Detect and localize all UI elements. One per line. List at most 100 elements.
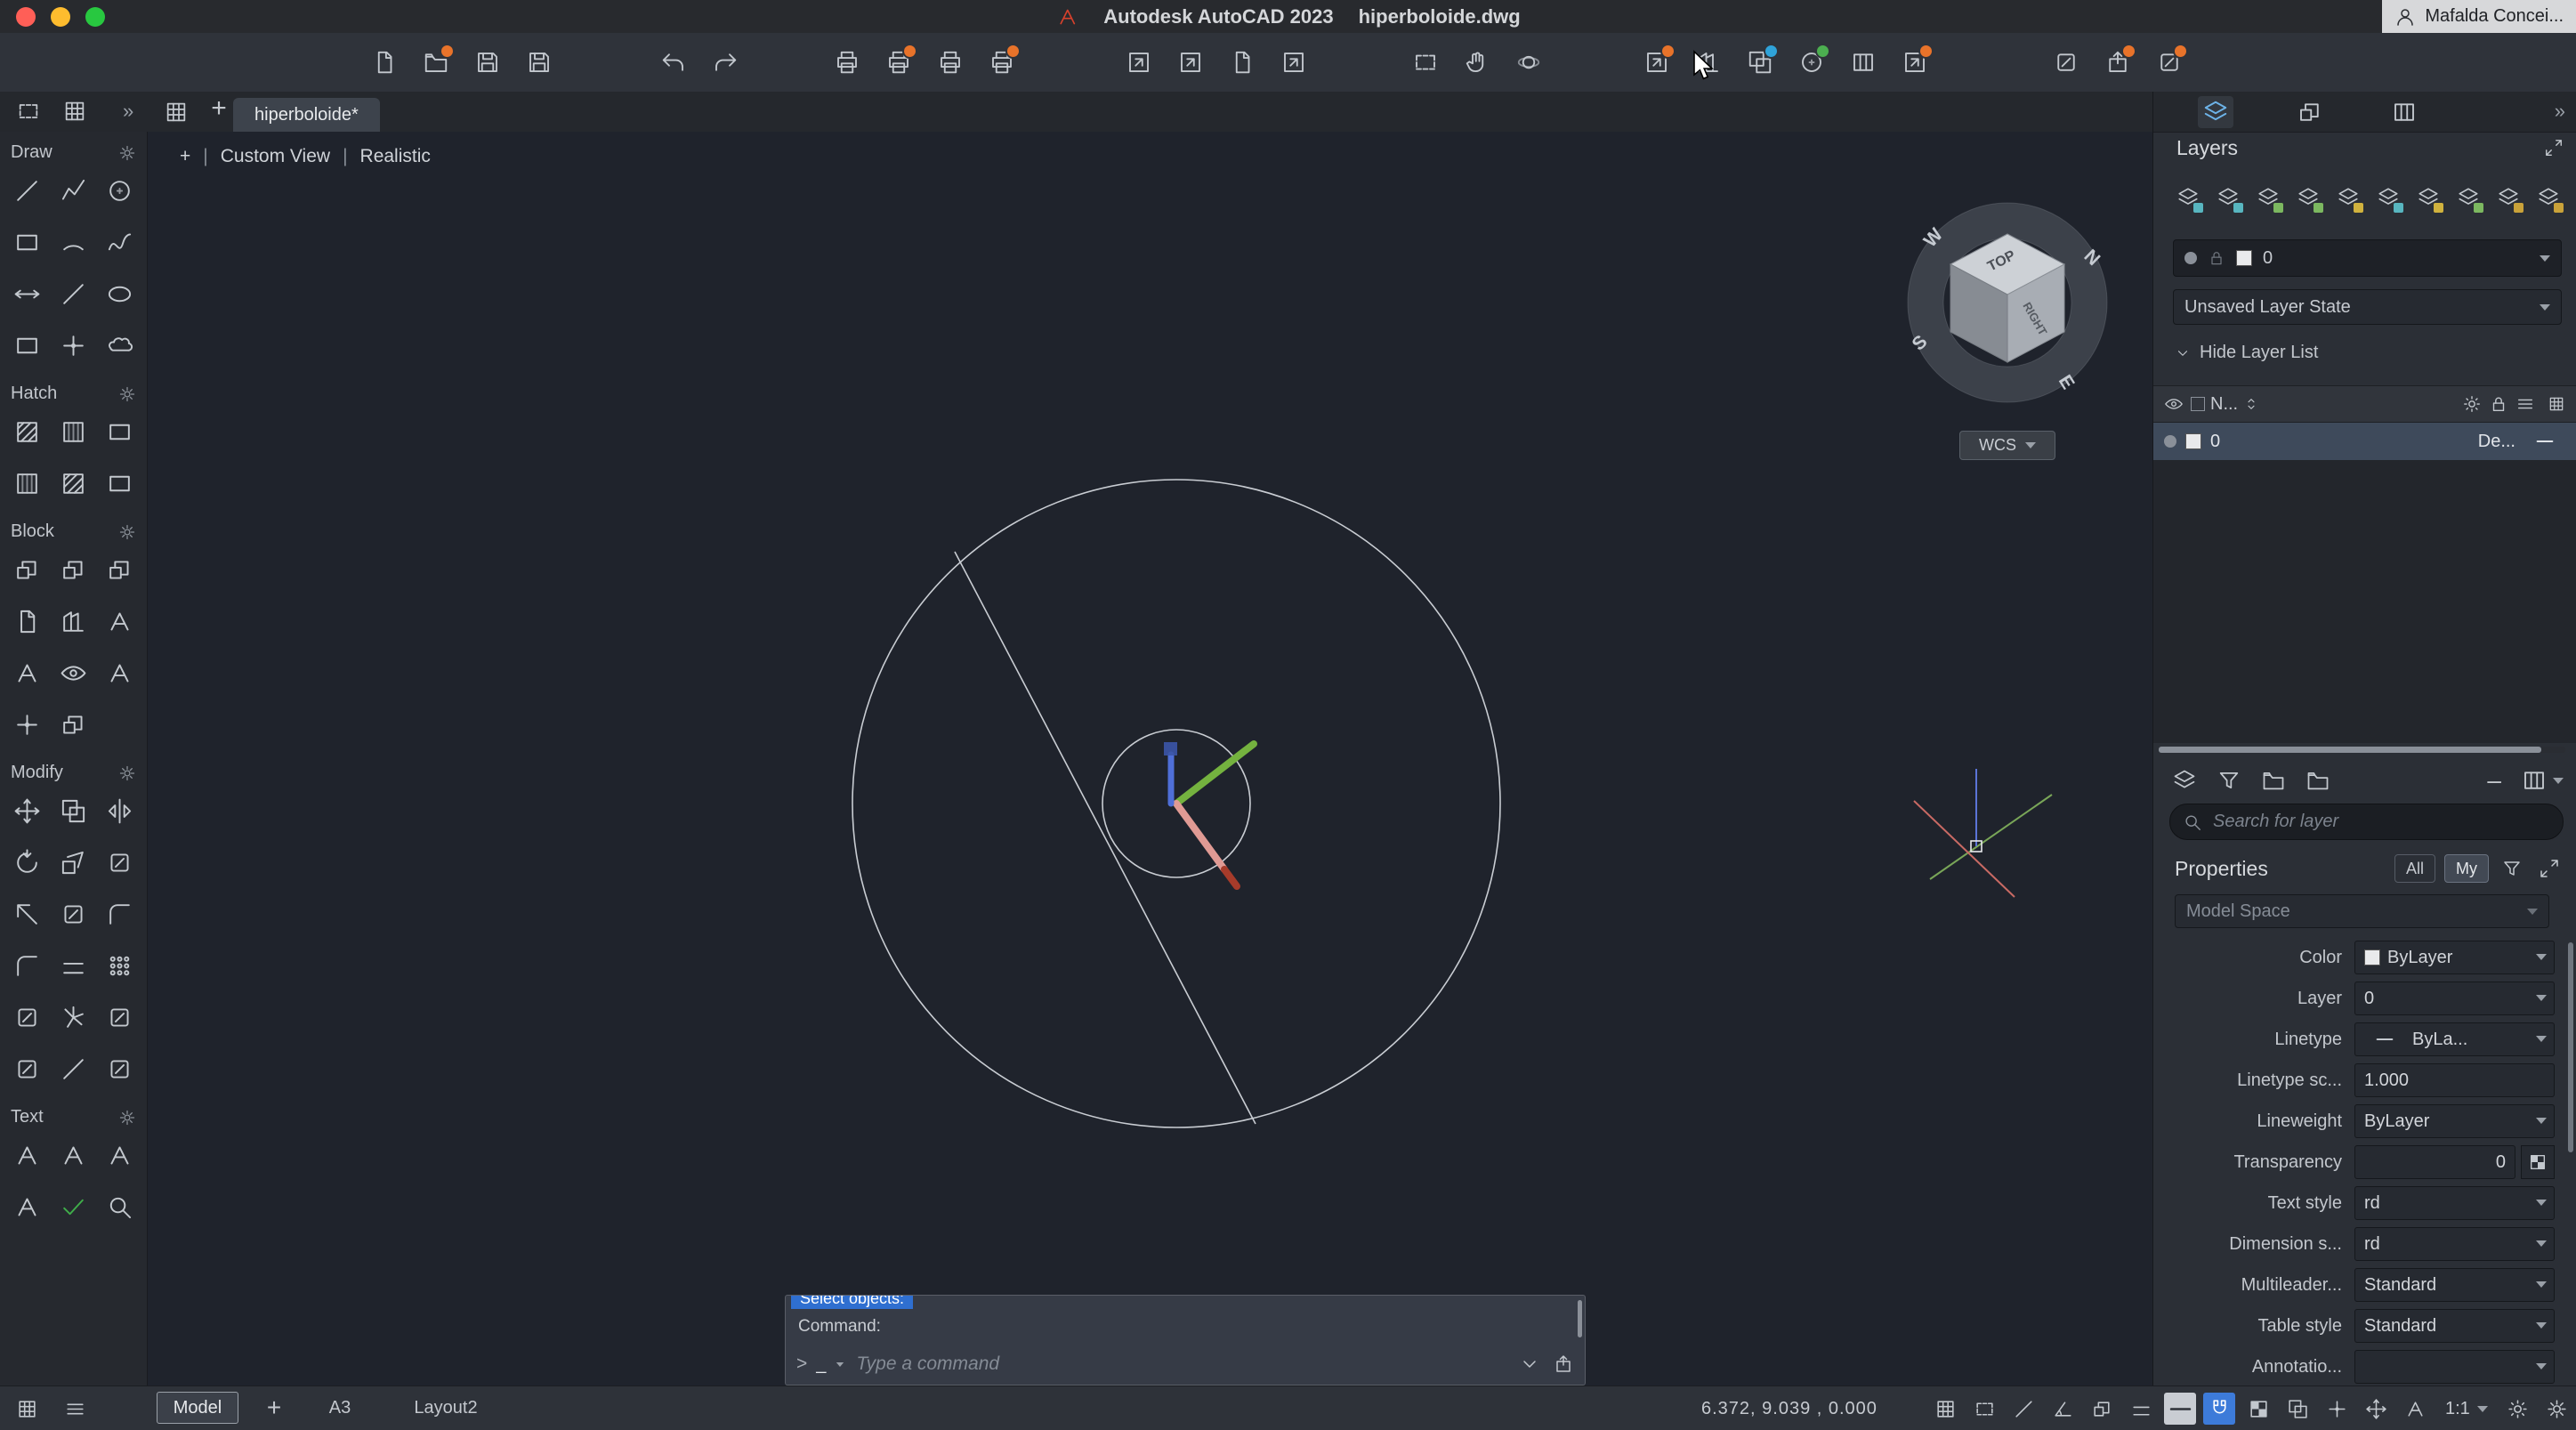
- mirror-tool[interactable]: [100, 790, 141, 831]
- viewport-plus-button[interactable]: +: [180, 146, 190, 167]
- plot-button[interactable]: [828, 43, 867, 82]
- stretch-tool[interactable]: [100, 842, 141, 883]
- layout-tab-layout2[interactable]: Layout2: [388, 1392, 504, 1424]
- annotation-autoscale-toggle[interactable]: [2502, 1393, 2534, 1425]
- lineweight-display-toggle[interactable]: [2164, 1393, 2196, 1425]
- construction-line-tool[interactable]: [6, 273, 47, 314]
- layer-search-field[interactable]: [2169, 804, 2564, 840]
- layer-on-button[interactable]: [2453, 182, 2483, 213]
- text-style-tool[interactable]: [100, 1135, 141, 1176]
- new-layout-button[interactable]: +: [258, 1392, 290, 1424]
- close-window-button[interactable]: [16, 7, 36, 27]
- share-view-button[interactable]: [2098, 43, 2137, 82]
- remove-layer-button[interactable]: –: [2482, 766, 2507, 795]
- chamfer-tool[interactable]: [6, 945, 47, 986]
- page-setup-button[interactable]: [931, 43, 970, 82]
- view-cube[interactable]: W N S E TOP RIGHT: [1905, 200, 2110, 405]
- start-tab-button[interactable]: [164, 100, 189, 125]
- ortho-mode-toggle[interactable]: [2007, 1393, 2039, 1425]
- palette-grid-button[interactable]: [62, 99, 87, 124]
- properties-filter-all-button[interactable]: All: [2394, 854, 2435, 883]
- offset-tool[interactable]: [52, 945, 93, 986]
- command-line-panel[interactable]: Select objects: Command: > _: [785, 1295, 1586, 1386]
- visibility-column-header[interactable]: [2164, 394, 2184, 414]
- new-drawing-tab-button[interactable]: +: [203, 93, 235, 124]
- workspace-menu-icon[interactable]: [11, 1393, 43, 1425]
- property-select-control[interactable]: Standard: [2354, 1309, 2555, 1343]
- save-button[interactable]: [468, 43, 507, 82]
- new-group-filter-button[interactable]: [2258, 765, 2289, 796]
- copy-tool[interactable]: [52, 790, 93, 831]
- wcs-dropdown[interactable]: WCS: [1959, 431, 2055, 460]
- markup-import-button[interactable]: [1792, 43, 1831, 82]
- customization-list-icon[interactable]: [59, 1393, 91, 1425]
- explode-tool[interactable]: [52, 997, 93, 1038]
- pan-button[interactable]: [1458, 43, 1497, 82]
- sheet-set-button[interactable]: [1844, 43, 1883, 82]
- viewport-visual-style[interactable]: Realistic: [360, 146, 431, 167]
- lengthen-tool[interactable]: [52, 1048, 93, 1089]
- layer-state-dropdown[interactable]: Unsaved Layer State: [2173, 289, 2562, 325]
- zoom-window-button[interactable]: [1406, 43, 1445, 82]
- scale-tool[interactable]: [52, 842, 93, 883]
- customization-gear-button[interactable]: [2541, 1393, 2573, 1425]
- dynamic-ucs-toggle[interactable]: [2360, 1393, 2392, 1425]
- command-input[interactable]: [854, 1353, 1510, 1376]
- hatch-tool[interactable]: [6, 411, 47, 452]
- arc-tool[interactable]: [52, 222, 93, 263]
- column-settings-button[interactable]: [2521, 767, 2564, 794]
- plot-preview-button[interactable]: [879, 43, 918, 82]
- extend-tool[interactable]: [52, 893, 93, 934]
- sync-attributes-tool[interactable]: [6, 652, 47, 693]
- export-button[interactable]: [1171, 43, 1210, 82]
- selection-cycling-toggle[interactable]: [2281, 1393, 2314, 1425]
- open-drawing-button[interactable]: [416, 43, 456, 82]
- command-expand-icon[interactable]: [1519, 1353, 1540, 1375]
- array-tool[interactable]: [100, 945, 141, 986]
- attach-reference-tool[interactable]: [52, 601, 93, 642]
- layer-states-button[interactable]: [2169, 765, 2200, 796]
- trim-tool[interactable]: [6, 893, 47, 934]
- transparency-toggle[interactable]: [2242, 1393, 2274, 1425]
- point-tool[interactable]: [52, 325, 93, 366]
- block-editor-tool[interactable]: [100, 549, 141, 590]
- object-snap-toggle[interactable]: [2203, 1393, 2235, 1425]
- polar-tracking-toggle[interactable]: [2047, 1393, 2079, 1425]
- import-button[interactable]: [1119, 43, 1159, 82]
- expand-panel-icon[interactable]: [2535, 854, 2564, 883]
- autodesk-access-button[interactable]: [2150, 43, 2189, 82]
- palette-tabs-overflow-button[interactable]: »: [2555, 100, 2565, 123]
- erase-tool[interactable]: [6, 997, 47, 1038]
- write-block-tool[interactable]: [6, 601, 47, 642]
- text-align-tool[interactable]: [6, 1186, 47, 1227]
- property-select-control[interactable]: [2354, 1350, 2555, 1384]
- palette-tab-layers[interactable]: [2198, 96, 2233, 128]
- rotate-tool[interactable]: [6, 842, 47, 883]
- header-settings-icon[interactable]: [2548, 394, 2565, 414]
- file-tab-hiperboloide[interactable]: hiperboloide*: [233, 98, 380, 132]
- 3d-object-snap-toggle[interactable]: [2321, 1393, 2353, 1425]
- panel-position-icon[interactable]: [2544, 138, 2564, 158]
- cui-button[interactable]: [2047, 43, 2086, 82]
- grid-display-toggle[interactable]: [1929, 1393, 1961, 1425]
- palette-view-button[interactable]: [16, 99, 41, 124]
- new-drawing-button[interactable]: [365, 43, 404, 82]
- rectangle-tool[interactable]: [6, 222, 47, 263]
- property-select-control[interactable]: Standard: [2354, 1268, 2555, 1302]
- isometric-drafting-toggle[interactable]: [2086, 1393, 2118, 1425]
- join-tool[interactable]: [100, 997, 141, 1038]
- sort-icon[interactable]: [2243, 394, 2259, 414]
- manage-attributes-tool[interactable]: [100, 652, 141, 693]
- command-scrollbar[interactable]: [1578, 1300, 1582, 1337]
- annotation-scale-dropdown[interactable]: 1:1: [2438, 1393, 2495, 1425]
- solid-fill-tool[interactable]: [6, 463, 47, 504]
- lock-column-header[interactable]: [2489, 394, 2508, 414]
- zoom-window-button[interactable]: [85, 7, 105, 27]
- layer-row-0[interactable]: 0 De...: [2153, 423, 2576, 460]
- circle-tool[interactable]: [100, 170, 141, 211]
- single-line-text-tool[interactable]: [52, 1135, 93, 1176]
- ray-tool[interactable]: [52, 273, 93, 314]
- fillet-tool[interactable]: [100, 893, 141, 934]
- properties-filter-my-button[interactable]: My: [2444, 854, 2489, 883]
- layer-properties-button[interactable]: [2173, 182, 2203, 213]
